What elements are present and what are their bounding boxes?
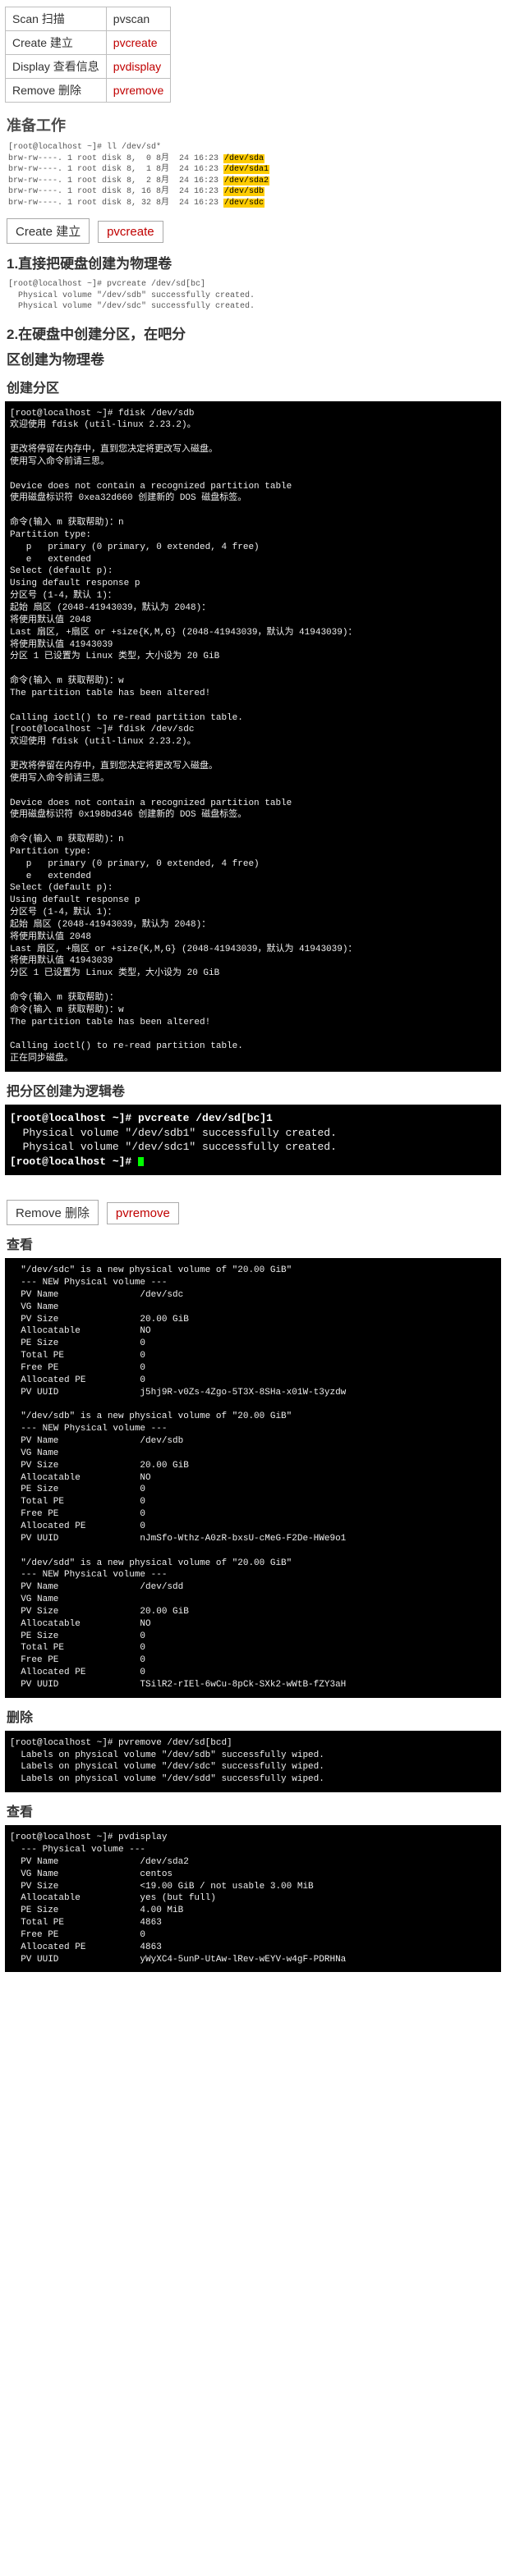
create-lv-title: 把分区创建为逻辑卷: [7, 1080, 499, 1100]
pvdisplay-after-terminal: [root@localhost ~]# pvdisplay --- Physic…: [5, 1825, 501, 1972]
cursor-icon: [138, 1157, 144, 1166]
create-sub2a: 2.在硬盘中创建分区，在吧分: [7, 323, 499, 343]
fdisk-terminal: [root@localhost ~]# fdisk /dev/sdb 欢迎使用 …: [5, 401, 501, 1073]
create-sub1: 1.直接把硬盘创建为物理卷: [7, 252, 499, 272]
delete-title: 删除: [7, 1706, 499, 1726]
cmd-name: Scan 扫描: [6, 7, 107, 31]
cmd-value: pvcreate: [106, 31, 170, 55]
cmd-name: Remove 删除: [6, 79, 107, 103]
pvcreate-output: [root@localhost ~]# pvcreate /dev/sd[bc]…: [5, 277, 501, 314]
view2-title: 查看: [7, 1800, 499, 1820]
create-box-row: Create 建立 pvcreate: [7, 218, 499, 244]
section-prep: 准备工作: [7, 114, 499, 135]
create-fdisk-title: 创建分区: [7, 377, 499, 396]
view-title: 查看: [7, 1233, 499, 1253]
pvdisplay-new-terminal: "/dev/sdc" is a new physical volume of "…: [5, 1258, 501, 1698]
ll-output: [root@localhost ~]# ll /dev/sd* brw-rw--…: [5, 140, 501, 210]
create-box-label: Create 建立: [7, 218, 90, 244]
cmd-name: Create 建立: [6, 31, 107, 55]
cmd-value: pvscan: [106, 7, 170, 31]
table-row: Scan 扫描pvscan: [6, 7, 171, 31]
table-row: Create 建立pvcreate: [6, 31, 171, 55]
remove-box-row: Remove 删除 pvremove: [7, 1200, 499, 1225]
cmd-value: pvremove: [106, 79, 170, 103]
remove-box-label: Remove 删除: [7, 1200, 99, 1225]
table-row: Remove 删除pvremove: [6, 79, 171, 103]
cmd-name: Display 查看信息: [6, 55, 107, 79]
create-sub2b: 区创建为物理卷: [7, 348, 499, 368]
create-box-cmd: pvcreate: [98, 221, 163, 243]
pvcreate2-terminal: [root@localhost ~]# pvcreate /dev/sd[bc]…: [5, 1105, 501, 1175]
pv-command-table: Scan 扫描pvscanCreate 建立pvcreateDisplay 查看…: [5, 7, 171, 103]
table-row: Display 查看信息pvdisplay: [6, 55, 171, 79]
pvremove-terminal: [root@localhost ~]# pvremove /dev/sd[bcd…: [5, 1731, 501, 1792]
remove-box-cmd: pvremove: [107, 1202, 179, 1224]
cmd-value: pvdisplay: [106, 55, 170, 79]
